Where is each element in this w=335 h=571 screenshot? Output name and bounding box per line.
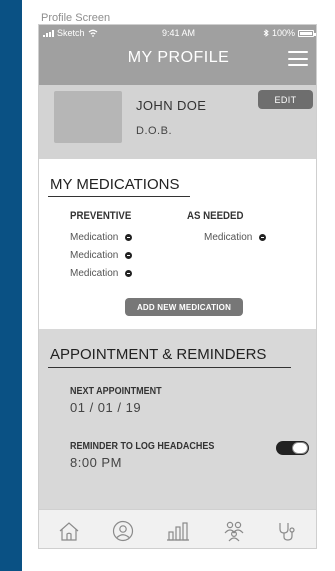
hamburger-menu-icon[interactable] [288,51,308,66]
medication-item[interactable]: Medication [70,250,133,261]
reminder-label: REMINDER TO LOG HEADACHES [70,441,215,452]
app-header: Sketch 9:41 AM 100% MY PROFILE [39,25,316,85]
medication-item[interactable]: Medication [70,232,133,243]
medications-title: MY MEDICATIONS [50,176,180,193]
bar-chart-icon[interactable] [165,519,191,543]
profile-card: JOHN DOE D.O.B. EDIT [39,85,316,159]
medication-name: Medication [70,268,119,279]
profile-icon[interactable] [110,519,136,543]
tab-bar [39,509,316,548]
battery-icon [298,29,316,37]
medication-name: Medication [70,232,119,243]
design-canvas: Profile Screen Sketch 9:41 AM 100% MY PR… [22,0,335,571]
remove-medication-icon[interactable] [125,252,133,259]
bluetooth-icon [263,29,269,37]
stethoscope-icon[interactable] [273,519,299,543]
next-appointment-date[interactable]: 01 / 01 / 19 [70,400,141,415]
artboard-label: Profile Screen [41,12,111,24]
remove-medication-icon[interactable] [125,234,133,241]
people-icon[interactable] [221,519,247,543]
title-underline [48,367,291,368]
medication-item[interactable]: Medication [70,268,133,279]
appointments-section: APPOINTMENT & REMINDERS NEXT APPOINTMENT… [39,329,316,509]
medication-name: Medication [70,250,119,261]
battery-percent: 100% [271,28,295,38]
home-icon[interactable] [56,519,82,543]
as-needed-heading: AS NEEDED [187,210,244,222]
medication-item[interactable]: Medication [204,232,267,243]
page-title: MY PROFILE [127,49,230,66]
title-underline [48,196,190,197]
avatar[interactable] [54,91,122,143]
status-bar: Sketch 9:41 AM 100% [39,25,316,41]
medications-section: MY MEDICATIONS PREVENTIVE AS NEEDED Medi… [39,159,316,329]
profile-name: JOHN DOE [136,98,207,113]
profile-dob: D.O.B. [136,125,173,137]
medication-name: Medication [204,232,253,243]
preventive-heading: PREVENTIVE [70,210,132,222]
appointments-title: APPOINTMENT & REMINDERS [50,346,267,363]
add-medication-button[interactable]: ADD NEW MEDICATION [125,298,243,316]
edit-button[interactable]: EDIT [258,90,313,109]
phone-screen: Sketch 9:41 AM 100% MY PROFILE JOHN DOE … [38,24,317,549]
remove-medication-icon[interactable] [125,270,133,277]
toggle-knob [292,442,308,454]
next-appointment-label: NEXT APPOINTMENT [70,386,162,397]
reminder-toggle[interactable] [276,441,309,455]
reminder-time[interactable]: 8:00 PM [70,455,122,470]
remove-medication-icon[interactable] [259,234,267,241]
